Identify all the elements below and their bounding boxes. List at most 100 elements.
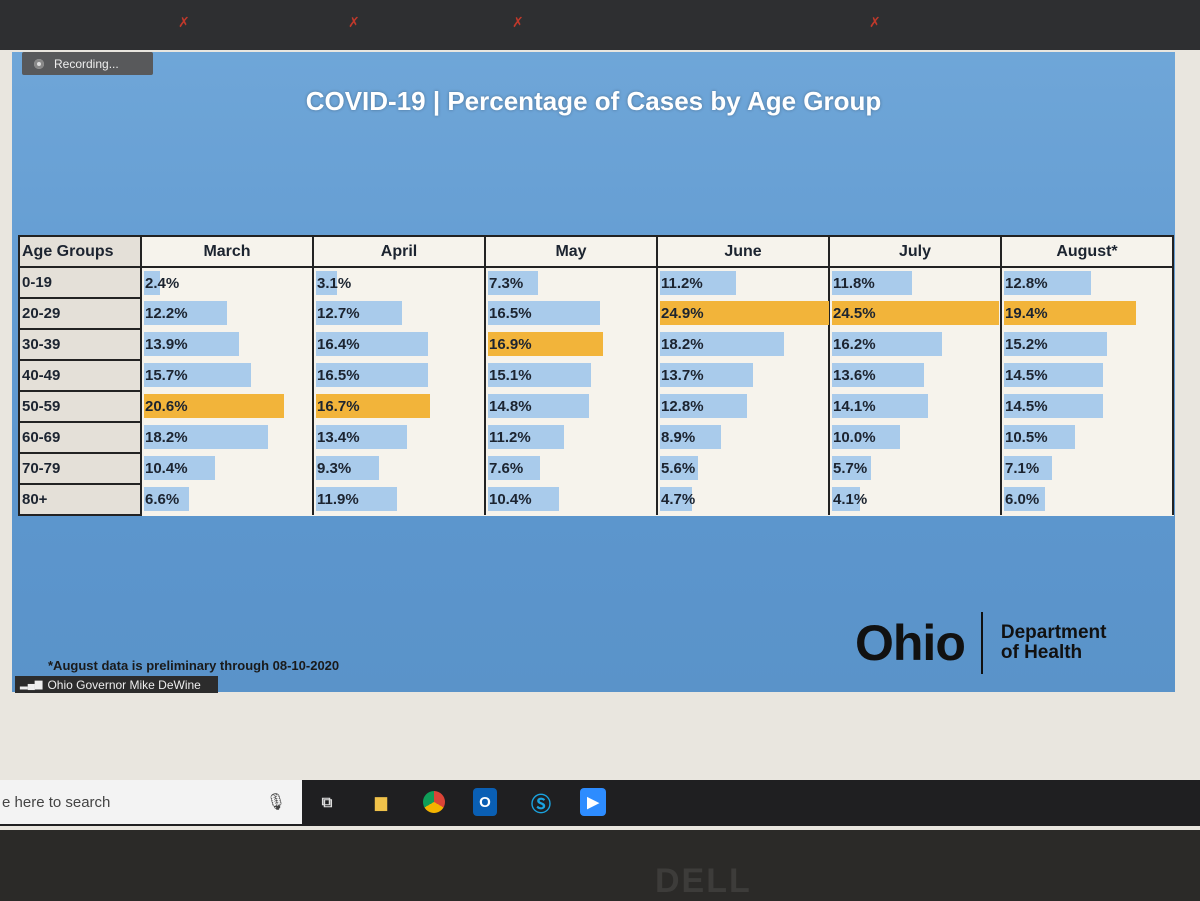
value-label: 5.6% [661, 460, 696, 477]
value-cell: 11.2% [656, 267, 830, 298]
value-cell: 10.0% [828, 422, 1002, 453]
task-view-icon[interactable]: ⧉ [312, 788, 342, 816]
chrome-icon[interactable] [419, 788, 449, 816]
month-header: June [656, 235, 830, 268]
value-label: 8.9% [661, 429, 696, 446]
skype-icon[interactable]: Ⓢ [526, 788, 556, 816]
table-row: 30-39 13.9% 16.4% 16.9% 18.2% 16.2% 15.2% [18, 328, 1174, 361]
value-label: 13.9% [145, 336, 188, 353]
age-group-label: 70-79 [18, 452, 142, 485]
value-cell: 16.5% [312, 360, 486, 391]
zoom-icon[interactable]: ▶ [580, 788, 606, 816]
value-label: 19.4% [1005, 305, 1048, 322]
value-label: 15.2% [1005, 336, 1048, 353]
value-label: 13.6% [833, 367, 876, 384]
month-header: April [312, 235, 486, 268]
value-label: 13.4% [317, 429, 360, 446]
value-cell: 24.5% [828, 298, 1002, 329]
value-label: 6.6% [145, 491, 180, 508]
value-cell: 10.4% [140, 453, 314, 484]
value-label: 3.1% [317, 274, 352, 292]
speaker-name-tag: ▂▄▆ Ohio Governor Mike DeWine [15, 676, 218, 693]
table-row: 60-69 18.2% 13.4% 11.2% 8.9% 10.0% 10.5% [18, 421, 1174, 454]
record-icon [34, 58, 44, 69]
value-label: 18.2% [145, 429, 188, 446]
value-label: 16.7% [317, 398, 360, 415]
table-row: 20-29 12.2% 12.7% 16.5% 24.9% 24.5% 19.4% [18, 297, 1174, 330]
age-group-label: 60-69 [18, 421, 142, 454]
value-cell: 11.8% [828, 267, 1002, 298]
value-cell: 4.7% [656, 484, 830, 515]
value-label: 11.2% [489, 429, 531, 446]
value-label: 12.7% [317, 305, 360, 322]
zoom-top-bar: ✗ ✗ ✗ ✗ [0, 0, 1200, 50]
value-label: 12.8% [1005, 274, 1048, 292]
age-group-label: 40-49 [18, 359, 142, 392]
value-cell: 16.7% [312, 391, 486, 422]
value-label: 16.5% [489, 305, 532, 322]
age-group-table: Age Groups March April May June July August* 0… [18, 235, 1174, 516]
speaker-name: Ohio Governor Mike DeWine [47, 677, 201, 692]
microphone-icon[interactable]: 🎙 [266, 792, 286, 812]
value-cell: 11.9% [312, 484, 486, 515]
value-cell: 8.9% [656, 422, 830, 453]
value-cell: 18.2% [140, 422, 314, 453]
value-label: 2.4% [145, 274, 180, 292]
value-cell: 15.2% [1000, 329, 1174, 360]
value-label: 20.6% [145, 398, 188, 415]
taskbar-search-input[interactable]: e here to search 🎙 [0, 780, 302, 824]
value-cell: 15.1% [484, 360, 658, 391]
value-cell: 6.6% [140, 484, 314, 515]
age-group-label: 80+ [18, 483, 142, 516]
value-cell: 3.1% [312, 267, 486, 298]
value-cell: 13.4% [312, 422, 486, 453]
value-label: 24.5% [833, 305, 876, 322]
age-group-label: 30-39 [18, 328, 142, 361]
month-header: August* [1000, 235, 1174, 268]
dell-logo: DELL [655, 862, 752, 900]
recording-indicator[interactable]: Recording... [22, 52, 153, 75]
value-cell: 4.1% [828, 484, 1002, 515]
outlook-icon[interactable]: O [473, 788, 497, 816]
value-cell: 24.9% [656, 298, 830, 329]
value-label: 18.2% [661, 336, 704, 353]
age-group-label: 0-19 [18, 266, 142, 299]
value-cell: 12.2% [140, 298, 314, 329]
value-label: 7.1% [1005, 460, 1040, 477]
value-label: 24.9% [661, 305, 704, 322]
slide-title: COVID-19 | Percentage of Cases by Age Gr… [305, 86, 882, 116]
logo-department: Department of Health [1000, 622, 1107, 663]
file-explorer-icon[interactable]: ▆ [366, 788, 396, 816]
value-label: 12.2% [145, 305, 188, 322]
value-label: 10.0% [833, 429, 876, 446]
value-cell: 19.4% [1000, 298, 1174, 329]
value-label: 7.6% [489, 460, 524, 477]
value-cell: 12.8% [656, 391, 830, 422]
value-label: 12.8% [661, 398, 704, 415]
value-cell: 7.3% [484, 267, 658, 298]
month-header: March [140, 235, 314, 268]
search-placeholder: e here to search [2, 793, 111, 811]
value-cell: 14.5% [1000, 360, 1174, 391]
value-cell: 14.5% [1000, 391, 1174, 422]
value-cell: 16.5% [484, 298, 658, 329]
table-row: 0-19 2.4% 3.1% 7.3% 11.2% 11.8% 12.8% [18, 266, 1174, 299]
value-cell: 7.6% [484, 453, 658, 484]
value-cell: 13.7% [656, 360, 830, 391]
value-cell: 5.6% [656, 453, 830, 484]
value-label: 11.2% [661, 274, 703, 292]
value-label: 15.1% [489, 367, 532, 384]
value-cell: 6.0% [1000, 484, 1174, 515]
value-cell: 5.7% [828, 453, 1002, 484]
value-label: 5.7% [833, 460, 868, 477]
value-cell: 9.3% [312, 453, 486, 484]
value-cell: 12.8% [1000, 267, 1174, 298]
value-label: 11.8% [833, 274, 875, 292]
windows-taskbar: e here to search 🎙 ⧉ ▆ O Ⓢ ▶ [0, 780, 1200, 826]
month-header: July [828, 235, 1002, 268]
footnote: *August data is preliminary through 08-1… [48, 658, 340, 673]
value-cell: 20.6% [140, 391, 314, 422]
value-cell: 16.4% [312, 329, 486, 360]
logo-divider [980, 612, 983, 674]
value-cell: 16.9% [484, 329, 658, 360]
